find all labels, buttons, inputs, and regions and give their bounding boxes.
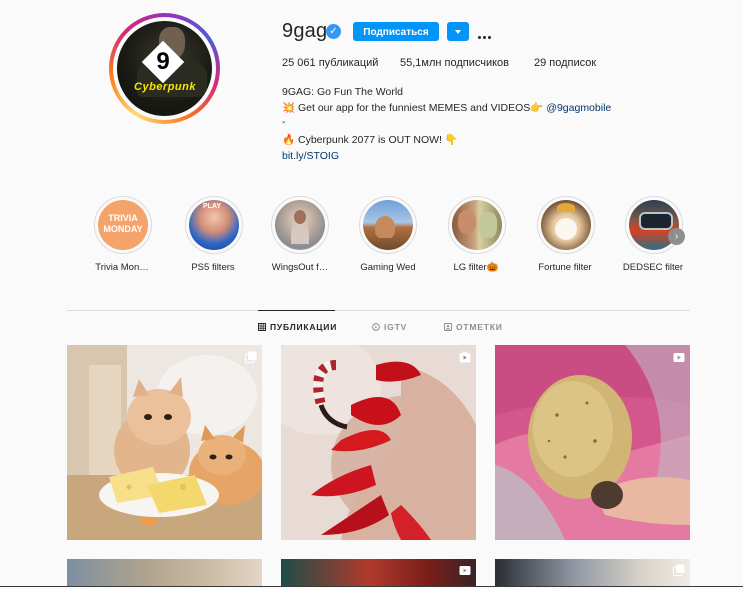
chevron-down-icon bbox=[455, 29, 461, 34]
igtv-icon bbox=[459, 351, 471, 363]
highlight-cover bbox=[363, 200, 413, 250]
explosion-icon: 💥 bbox=[282, 102, 296, 114]
highlight-cover-text: PLAY bbox=[203, 203, 222, 210]
highlight-label: Fortune filter bbox=[538, 262, 592, 273]
post-thumbnail[interactable] bbox=[67, 345, 262, 540]
carousel-icon bbox=[673, 564, 685, 576]
highlight-label: Trivia Mon… bbox=[95, 262, 149, 273]
post-thumbnail[interactable] bbox=[281, 559, 476, 586]
post-thumbnail[interactable] bbox=[67, 559, 262, 586]
highlight-label: WingsOut f… bbox=[271, 262, 329, 273]
carousel-icon bbox=[245, 351, 257, 363]
more-options-icon[interactable] bbox=[478, 26, 496, 39]
bio-name: 9GAG: Go Fun The World bbox=[282, 86, 403, 98]
highlight-cover: TRIVIA MONDAY bbox=[98, 200, 148, 250]
posts-count: 25 061 публикаций bbox=[282, 57, 379, 69]
avatar[interactable]: 9 Cyberpunk bbox=[117, 21, 212, 116]
point-down-icon: 👇 bbox=[444, 134, 458, 146]
highlight-gaming-wed[interactable] bbox=[359, 196, 417, 254]
highlight-cover: PLAY bbox=[189, 200, 239, 250]
tabs-divider bbox=[67, 310, 690, 311]
highlight-label: LG filter🎃 bbox=[453, 262, 499, 273]
viewport-bottom-edge bbox=[0, 586, 743, 587]
highlight-cover-text: TRIVIA MONDAY bbox=[103, 213, 143, 234]
tab-tagged-label: ОТМЕТКИ bbox=[456, 322, 503, 332]
highlight-label: PS5 filters bbox=[191, 262, 235, 273]
point-right-icon: 👉 bbox=[530, 102, 544, 114]
post-image bbox=[281, 345, 476, 540]
highlight-fortune-filter[interactable] bbox=[537, 196, 595, 254]
bio-external-link[interactable]: bit.ly/STOIG bbox=[282, 150, 339, 162]
tab-igtv[interactable]: IGTV bbox=[372, 322, 407, 332]
bio-app-text: Get our app for the funniest MEMES and V… bbox=[298, 102, 531, 114]
bio-dash: - bbox=[282, 116, 286, 128]
bio-line-app: 💥 Get our app for the funniest MEMES and… bbox=[282, 101, 611, 114]
post-thumbnail[interactable] bbox=[281, 345, 476, 540]
post-image bbox=[67, 345, 262, 540]
tab-tagged[interactable]: ОТМЕТКИ bbox=[444, 322, 503, 332]
highlight-ps5-filters[interactable]: PLAY bbox=[185, 196, 243, 254]
highlight-label: DEDSEC filter bbox=[622, 262, 684, 273]
highlight-cover bbox=[452, 200, 502, 250]
fire-icon: 🔥 bbox=[282, 134, 296, 146]
highlight-trivia-monday[interactable]: TRIVIA MONDAY bbox=[94, 196, 152, 254]
profile-username: 9gag bbox=[282, 20, 328, 42]
avatar-caption: Cyberpunk bbox=[134, 81, 196, 93]
video-icon bbox=[459, 566, 471, 575]
suggested-dropdown-button[interactable] bbox=[447, 22, 469, 41]
video-icon bbox=[673, 353, 685, 362]
9gag-logo-icon: 9 bbox=[141, 40, 185, 84]
igtv-icon bbox=[372, 323, 380, 331]
mention-link[interactable]: @9gagmobile bbox=[546, 102, 611, 114]
tab-igtv-label: IGTV bbox=[384, 322, 408, 332]
following-count[interactable]: 29 подписок bbox=[534, 57, 596, 69]
highlight-lg-filter[interactable] bbox=[448, 196, 506, 254]
follow-button[interactable]: Подписаться bbox=[353, 22, 439, 41]
highlight-dedsec-filter[interactable] bbox=[625, 196, 683, 254]
highlight-label: Gaming Wed bbox=[360, 262, 416, 273]
verified-badge-icon: ✓ bbox=[326, 24, 341, 39]
active-tab-indicator bbox=[258, 310, 335, 311]
post-thumbnail[interactable] bbox=[495, 559, 690, 586]
highlights-next-arrow-icon[interactable]: › bbox=[668, 228, 685, 245]
post-image bbox=[495, 345, 690, 540]
post-thumbnail[interactable] bbox=[495, 345, 690, 540]
followers-count[interactable]: 55,1млн подписчиков bbox=[400, 57, 509, 69]
tab-posts[interactable]: ПУБЛИКАЦИИ bbox=[258, 322, 337, 332]
highlight-cover bbox=[541, 200, 591, 250]
highlight-cover bbox=[275, 200, 325, 250]
tag-icon bbox=[444, 323, 452, 331]
highlight-wingsout[interactable] bbox=[271, 196, 329, 254]
grid-icon bbox=[258, 323, 266, 331]
bio-cyberpunk-text: Cyberpunk 2077 is OUT NOW! bbox=[298, 134, 442, 146]
tab-posts-label: ПУБЛИКАЦИИ bbox=[270, 322, 338, 332]
bio-line-cyberpunk: 🔥 Cyberpunk 2077 is OUT NOW! 👇 bbox=[282, 133, 458, 146]
